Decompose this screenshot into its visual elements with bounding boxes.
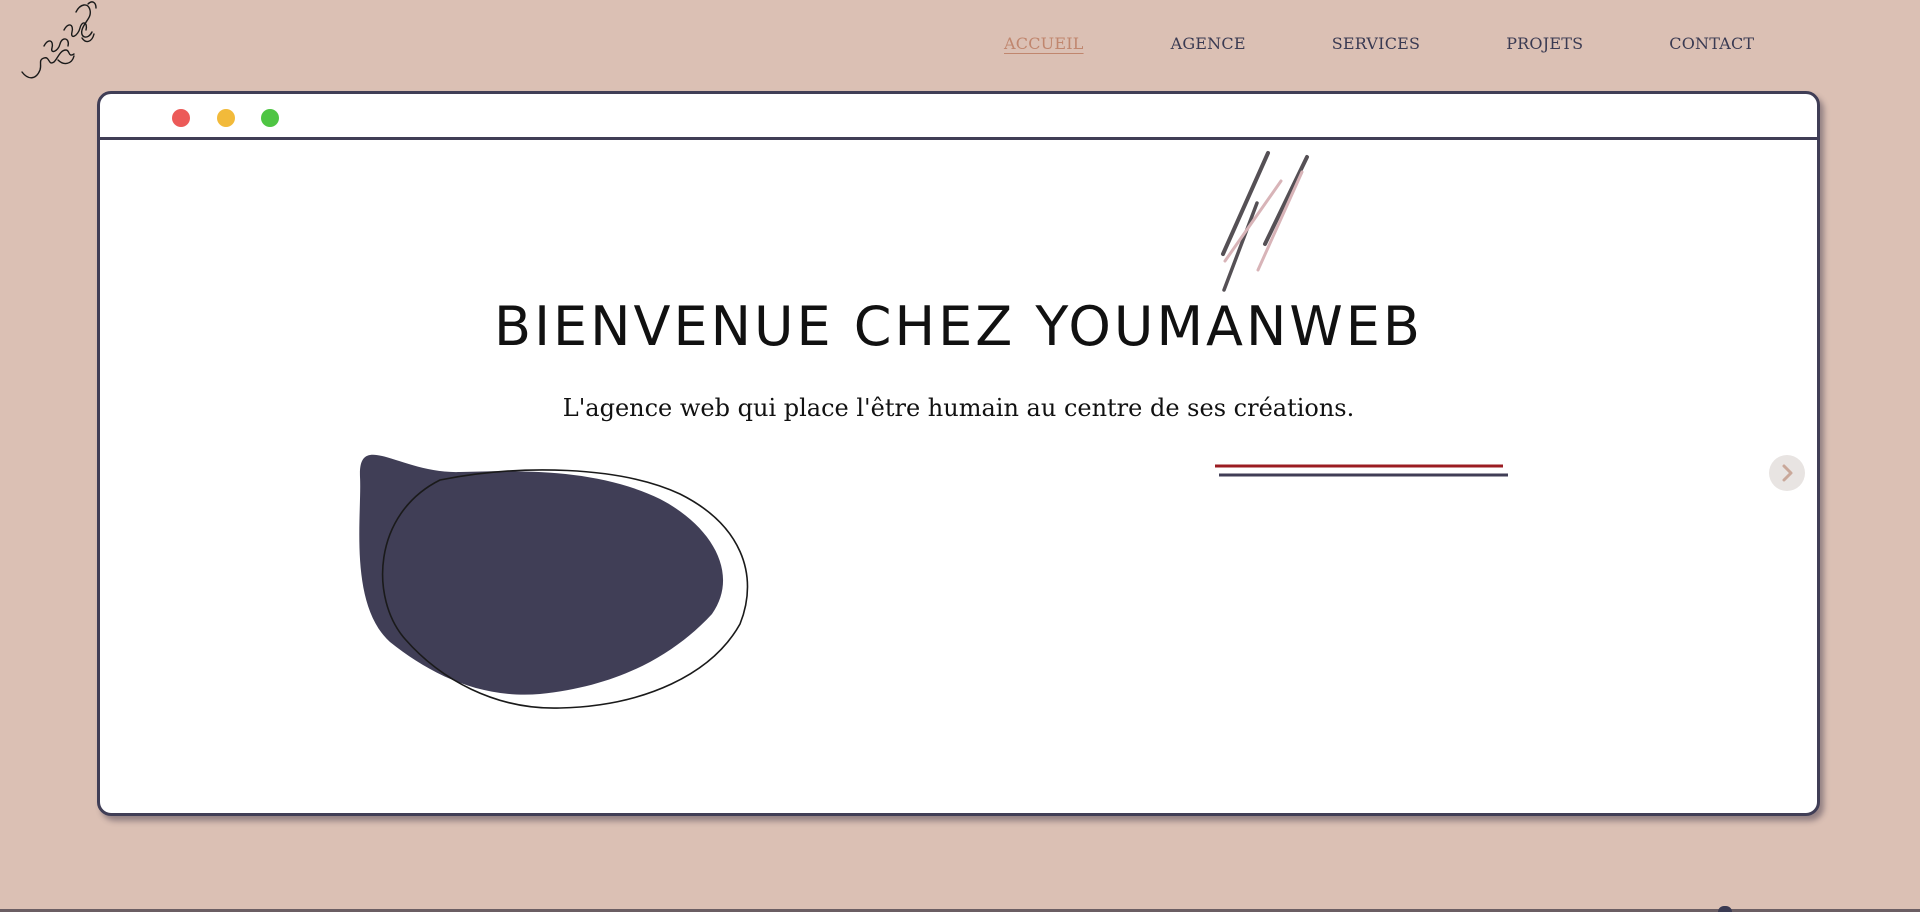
window-title-bar (100, 94, 1817, 140)
scroll-indicator (1718, 906, 1732, 912)
nav-item-contact[interactable]: CONTACT (1669, 34, 1754, 53)
close-dot-icon (172, 109, 190, 127)
nav-item-services[interactable]: SERVICES (1332, 34, 1420, 53)
chevron-right-icon (1782, 464, 1793, 482)
main-nav: ACCUEIL AGENCE SERVICES PROJETS CONTACT (1004, 34, 1754, 53)
nav-item-agence[interactable]: AGENCE (1171, 34, 1246, 53)
diagonal-lines-icon (1221, 151, 1309, 292)
next-slide-button[interactable] (1769, 455, 1805, 491)
nav-item-projets[interactable]: PROJETS (1506, 34, 1583, 53)
minimize-dot-icon (217, 109, 235, 127)
hero-subtitle: L'agence web qui place l'être humain au … (562, 394, 1355, 422)
hero-title: BIENVENUE CHEZ YOUMANWEB (494, 295, 1423, 358)
dark-blob-shape (359, 454, 724, 695)
decorative-shapes (359, 151, 1508, 709)
browser-window-mockup: BIENVENUE CHEZ YOUMANWEB L'agence web qu… (97, 91, 1820, 816)
nav-item-accueil[interactable]: ACCUEIL (1004, 34, 1084, 53)
maximize-dot-icon (261, 109, 279, 127)
logo-icon[interactable] (20, 0, 100, 86)
blob-outline (381, 469, 749, 709)
page: ACCUEIL AGENCE SERVICES PROJETS CONTACT (0, 0, 1920, 912)
